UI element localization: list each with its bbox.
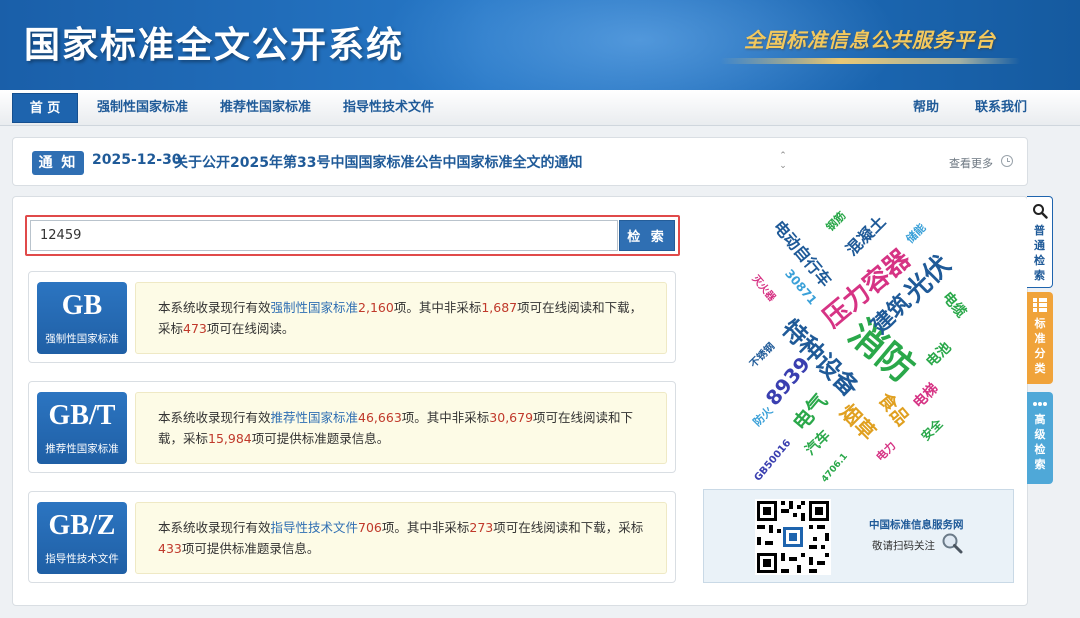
standard-type-name: 指导性技术文件 (45, 553, 119, 565)
keyword[interactable]: 电气 (788, 389, 832, 435)
adopted-count: 15,984 (208, 431, 252, 446)
desc-text: 项可提供标准题录信息。 (181, 541, 320, 556)
standard-description: 本系统收录现行有效强制性国家标准2,160项。其中非采标1,687项可在线阅读和… (135, 282, 667, 354)
keyword[interactable]: GB50016 (752, 438, 793, 484)
total-count: 46,663 (358, 410, 402, 425)
nav-mandatory-standards[interactable]: 强制性国家标准 (97, 90, 188, 126)
desc-text: 本系统收录现行有效 (158, 300, 271, 315)
keyword[interactable]: 储能 (904, 221, 929, 246)
desc-text: 项可在线阅读。 (206, 321, 295, 336)
notice-scroll-arrows-icon[interactable]: ⌃ ⌄ (777, 151, 789, 175)
search-icon (1032, 204, 1048, 219)
standard-type-link[interactable]: 推荐性国家标准 (271, 410, 359, 425)
standard-code: GB/Z (48, 510, 116, 541)
desc-text: 项可提供标准题录信息。 (251, 431, 390, 446)
notice-bar: 通 知 2025-12-30 关于公开2025年第33号中国国家标准公告中国家标… (12, 137, 1028, 186)
list-icon (1033, 298, 1047, 312)
notice-tag: 通 知 (32, 151, 84, 175)
standard-type-link[interactable]: 指导性技术文件 (271, 520, 359, 535)
qr-subtitle: 敬请扫码关注 (872, 540, 935, 552)
standard-code: GB (61, 290, 103, 321)
keyword[interactable]: 钢筋 (824, 209, 849, 234)
clock-icon (1001, 155, 1013, 167)
notice-date[interactable]: 2025-12-30 (92, 152, 182, 168)
keyword[interactable]: 混凝土 (842, 212, 889, 259)
desc-text: 项。其中非采标 (393, 300, 482, 315)
side-tab-basic-search[interactable]: 普通检索 (1027, 196, 1053, 288)
standard-card-gbt: GB/T 推荐性国家标准 本系统收录现行有效推荐性国家标准46,663项。其中非… (28, 381, 676, 473)
magnifier-icon (942, 533, 963, 554)
main-nav: 首 页 强制性国家标准 推荐性国家标准 指导性技术文件 帮助 联系我们 (0, 90, 1080, 126)
search-box: 检 索 (25, 215, 680, 256)
side-tab-label: 普通检索 (1034, 224, 1045, 282)
keyword[interactable]: 烟草 (835, 399, 880, 444)
non-adopted-count: 1,687 (481, 300, 518, 315)
side-tab-standard-classification[interactable]: 标准分类 (1027, 292, 1053, 384)
banner-streak (720, 58, 1020, 64)
desc-text: 本系统收录现行有效 (158, 410, 271, 425)
nav-guidance-documents[interactable]: 指导性技术文件 (343, 90, 434, 126)
nav-contact[interactable]: 联系我们 (975, 90, 1027, 126)
standard-badge[interactable]: GB 强制性国家标准 (37, 282, 127, 354)
total-count: 706 (358, 520, 382, 535)
keyword[interactable]: 灭火器 (750, 274, 778, 304)
total-count: 2,160 (358, 300, 394, 315)
desc-text: 项。其中非采标 (381, 520, 470, 535)
standard-card-gb: GB 强制性国家标准 本系统收录现行有效强制性国家标准2,160项。其中非采标1… (28, 271, 676, 363)
more-dots-icon (1033, 402, 1047, 406)
keyword[interactable]: 安全 (919, 417, 946, 444)
nav-help[interactable]: 帮助 (913, 90, 939, 126)
desc-text: 项。其中非采标 (401, 410, 490, 425)
non-adopted-count: 273 (469, 520, 494, 535)
desc-text: 项可在线阅读和下载，采标 (493, 520, 644, 535)
notice-more-link[interactable]: 查看更多 (949, 155, 993, 171)
non-adopted-count: 30,679 (489, 410, 534, 425)
notice-link[interactable]: 关于公开2025年第33号中国国家标准公告中国家标准全文的通知 (174, 152, 582, 172)
standard-code: GB/T (48, 400, 116, 431)
standard-type-name: 强制性国家标准 (45, 333, 119, 345)
standard-description: 本系统收录现行有效指导性技术文件706项。其中非采标273项可在线阅读和下载，采… (135, 502, 667, 574)
qr-code (755, 499, 831, 575)
standard-description: 本系统收录现行有效推荐性国家标准46,663项。其中非采标30,679项可在线阅… (135, 392, 667, 464)
standard-badge[interactable]: GB/T 推荐性国家标准 (37, 392, 127, 464)
qr-promo: 中国标准信息服务网 敬请扫码关注 (703, 489, 1014, 583)
search-button[interactable]: 检 索 (619, 220, 675, 251)
keyword[interactable]: 不锈钢 (748, 341, 777, 370)
side-tab-label: 标准分类 (1034, 317, 1046, 375)
side-tab-label: 高级检索 (1034, 413, 1046, 471)
search-input[interactable] (30, 220, 618, 251)
adopted-count: 433 (158, 541, 182, 556)
qr-label: 中国标准信息服务网 (869, 519, 964, 531)
adopted-count: 473 (183, 321, 207, 336)
nav-recommended-standards[interactable]: 推荐性国家标准 (220, 90, 311, 126)
platform-name-logo: 全国标准信息公共服务平台 (744, 28, 996, 52)
standard-card-gbz: GB/Z 指导性技术文件 本系统收录现行有效指导性技术文件706项。其中非采标2… (28, 491, 676, 583)
desc-text: 本系统收录现行有效 (158, 520, 271, 535)
site-banner: 国家标准全文公开系统 全国标准信息公共服务平台 (0, 0, 1080, 90)
keyword[interactable]: 电力 (874, 439, 899, 464)
keyword[interactable]: 电梯 (910, 380, 941, 411)
standard-type-name: 推荐性国家标准 (45, 443, 119, 455)
standard-badge[interactable]: GB/Z 指导性技术文件 (37, 502, 127, 574)
keyword[interactable]: 电池 (923, 339, 954, 370)
site-title: 国家标准全文公开系统 (24, 25, 405, 66)
side-tab-advanced-search[interactable]: 高级检索 (1027, 392, 1053, 484)
keyword[interactable]: 4706.1 (820, 452, 850, 485)
keyword[interactable]: 电缆 (939, 289, 969, 321)
standard-type-link[interactable]: 强制性国家标准 (271, 300, 359, 315)
keyword[interactable]: 食品 (874, 389, 913, 430)
keyword[interactable]: 防火 (751, 404, 776, 429)
nav-home[interactable]: 首 页 (12, 93, 78, 123)
hot-keywords-cloud: 消防 压力容器 特种设备 光伏 建筑 8939 电气 烟草 食品 电动自行车 混… (730, 206, 990, 485)
